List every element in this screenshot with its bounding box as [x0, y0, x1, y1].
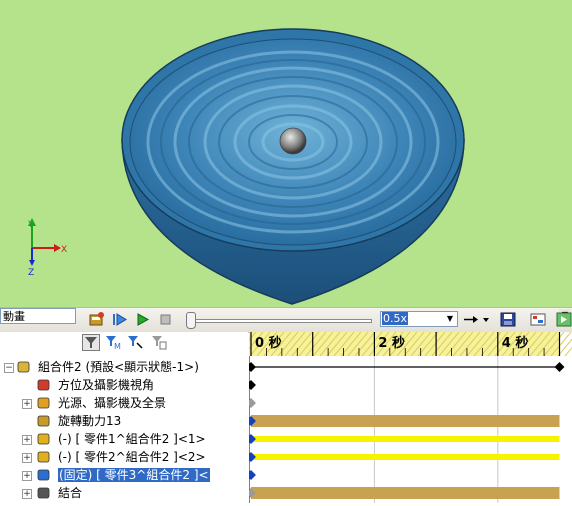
part-icon	[36, 449, 52, 465]
playback-speed-select[interactable]: 0.5x ▼	[380, 311, 458, 327]
part-blue-icon	[36, 467, 52, 483]
key-point	[246, 380, 256, 390]
mates-time-bar	[251, 487, 560, 499]
study-type-select[interactable]: 動畫 ▼	[0, 308, 571, 324]
assembly-icon	[16, 359, 32, 375]
triad-x-label: X	[61, 245, 67, 255]
filter-toolbar: M	[0, 332, 248, 354]
mates-icon	[36, 485, 52, 501]
stop-icon[interactable]	[156, 311, 174, 328]
filter-results-icon[interactable]	[150, 334, 168, 351]
timeline-tick-label: 2 秒	[378, 335, 405, 351]
motor-time-bar	[251, 415, 560, 427]
expand-icon[interactable]: +	[22, 453, 32, 463]
chevron-down-icon[interactable]: ▼	[444, 313, 456, 325]
rotary-motor-icon	[36, 413, 52, 429]
key-point	[246, 470, 256, 480]
motion-feature-tree: M − 組合件2 (預設<顯示狀態-1>) 方位及攝影機視角 + 光源、攝影機及全景 旋轉…	[0, 332, 248, 503]
playback-slider-thumb[interactable]	[186, 312, 196, 329]
filter-driving-icon[interactable]: M	[104, 334, 122, 351]
tree-item[interactable]: 旋轉動力13	[0, 412, 248, 430]
tree-item[interactable]: + 光源、攝影機及全景	[0, 394, 248, 412]
key-point	[554, 362, 565, 372]
tree-item-label: 方位及攝影機視角	[58, 378, 155, 392]
part-icon	[36, 431, 52, 447]
tree-item[interactable]: + (-) [ 零件2^組合件2 ]<2>	[0, 448, 248, 466]
play-from-start-icon[interactable]	[111, 311, 129, 328]
filter-animated-icon[interactable]	[82, 334, 100, 351]
motion-study-properties-icon[interactable]	[556, 311, 572, 328]
tree-item[interactable]: + 結合	[0, 484, 248, 502]
playback-slider-track[interactable]	[188, 319, 372, 323]
tree-item[interactable]: + (固定) [ 零件3^組合件2 ]<	[0, 466, 248, 484]
animation-wizard-icon[interactable]	[529, 311, 547, 328]
part1-change-bar	[251, 436, 560, 442]
timeline-area[interactable]: 0 秒 2 秒 4 秒	[228, 331, 572, 503]
graphics-viewport[interactable]: Y X Z	[0, 0, 572, 307]
key-point	[246, 362, 256, 372]
key-point	[246, 398, 256, 408]
timeline-tick-label: 4 秒	[502, 335, 529, 351]
timeline-canvas[interactable]: 0 秒 2 秒 4 秒	[228, 331, 572, 503]
tree-item[interactable]: − 組合件2 (預設<顯示狀態-1>)	[0, 358, 248, 376]
key-point	[246, 452, 256, 462]
lights-cameras-scene-icon	[36, 395, 52, 411]
expand-icon[interactable]: +	[22, 471, 32, 481]
tree-item-label: (-) [ 零件2^組合件2 ]<2>	[58, 450, 206, 464]
tree-item[interactable]: + (-) [ 零件1^組合件2 ]<1>	[0, 430, 248, 448]
calculate-icon[interactable]	[88, 311, 106, 328]
filter-selected-icon[interactable]	[126, 334, 144, 351]
part2-change-bar	[251, 454, 560, 460]
tree-item-label: 光源、攝影機及全景	[58, 396, 167, 410]
svg-text:M: M	[114, 342, 121, 351]
tree-item-label: 結合	[58, 486, 83, 500]
expand-icon[interactable]: +	[22, 399, 32, 409]
timeline-tick-label: 0 秒	[255, 335, 282, 351]
play-icon[interactable]	[134, 311, 152, 328]
key-point	[246, 434, 256, 444]
tree-item-label: 旋轉動力13	[58, 414, 122, 428]
expand-icon[interactable]: +	[22, 435, 32, 445]
triad-z-label: Z	[28, 268, 34, 278]
collapse-icon[interactable]: −	[4, 363, 14, 373]
expand-icon[interactable]: +	[22, 489, 32, 499]
triad-y-label: Y	[27, 220, 34, 230]
save-animation-icon[interactable]	[499, 311, 517, 328]
tree-item-label: (-) [ 零件1^組合件2 ]<1>	[58, 432, 206, 446]
orientation-camera-icon	[36, 377, 52, 393]
tree-item-label: (固定) [ 零件3^組合件2 ]<	[58, 468, 210, 482]
tree-item[interactable]: 方位及攝影機視角	[0, 376, 248, 394]
motion-manager-toolbar: 動畫 ▼ 0.5x ▼	[0, 307, 572, 333]
playback-speed-value: 0.5x	[382, 312, 409, 325]
tree-item-label: 組合件2 (預設<顯示狀態-1>)	[38, 360, 199, 374]
playback-mode-icon[interactable]	[462, 311, 492, 328]
study-type-value: 動畫	[3, 310, 25, 323]
